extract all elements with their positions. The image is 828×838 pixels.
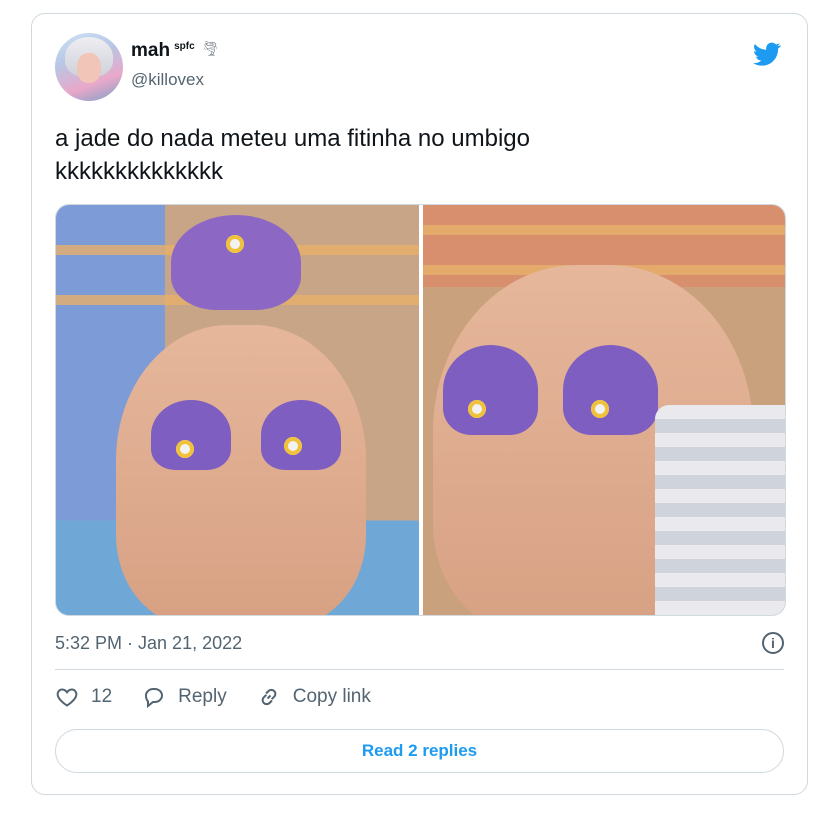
author-name-tag: spfc: [174, 41, 195, 52]
tweet-text: a jade do nada meteu uma fitinha no umbi…: [55, 125, 530, 185]
avatar[interactable]: [55, 33, 123, 101]
avatar-face: [77, 53, 101, 83]
like-button[interactable]: 12: [55, 685, 112, 709]
photo-left[interactable]: [56, 205, 419, 615]
tweet-media[interactable]: [55, 204, 786, 616]
reply-button[interactable]: Reply: [142, 685, 227, 709]
author-name-row: mah spfc 🌪: [131, 40, 219, 62]
author-name[interactable]: mah: [131, 40, 170, 62]
twitter-bird-icon[interactable]: [751, 40, 783, 68]
copy-link-button[interactable]: Copy link: [257, 685, 371, 709]
heart-icon: [56, 688, 78, 707]
reply-label: Reply: [178, 686, 227, 707]
bikini-top-right-cup: [261, 400, 341, 470]
person-figure: [116, 325, 366, 615]
bikini-top-left-cup: [151, 400, 231, 470]
striped-towel: [655, 405, 785, 615]
like-count: 12: [91, 686, 113, 707]
tornado-icon: 🌪: [201, 40, 220, 56]
bikini-top-right-cup: [562, 345, 658, 435]
read-replies-button[interactable]: Read 2 replies: [55, 729, 784, 773]
bikini-top-left-cup: [442, 345, 538, 435]
flower-decoration: [590, 400, 609, 418]
info-icon[interactable]: i: [762, 632, 784, 654]
divider: [55, 669, 784, 670]
flower-decoration: [176, 440, 194, 458]
author-handle[interactable]: @killovex: [131, 70, 204, 90]
flower-decoration: [284, 437, 302, 455]
tweet-actions: 12 Reply Copy link: [55, 685, 371, 709]
speech-bubble-icon: [145, 688, 164, 709]
background-stripe: [422, 225, 785, 235]
crochet-hat: [171, 215, 301, 310]
flower-decoration: [467, 400, 486, 418]
link-icon: [261, 688, 277, 706]
tweet-meta-row: 5:32 PM · Jan 21, 2022 i: [55, 629, 784, 657]
copy-link-label: Copy link: [292, 686, 371, 707]
photo-right[interactable]: [422, 205, 785, 615]
flower-decoration: [226, 235, 244, 253]
tweet-card: mah spfc 🌪 @killovex a jade do nada mete…: [31, 13, 808, 795]
tweet-timestamp[interactable]: 5:32 PM · Jan 21, 2022: [55, 633, 242, 654]
